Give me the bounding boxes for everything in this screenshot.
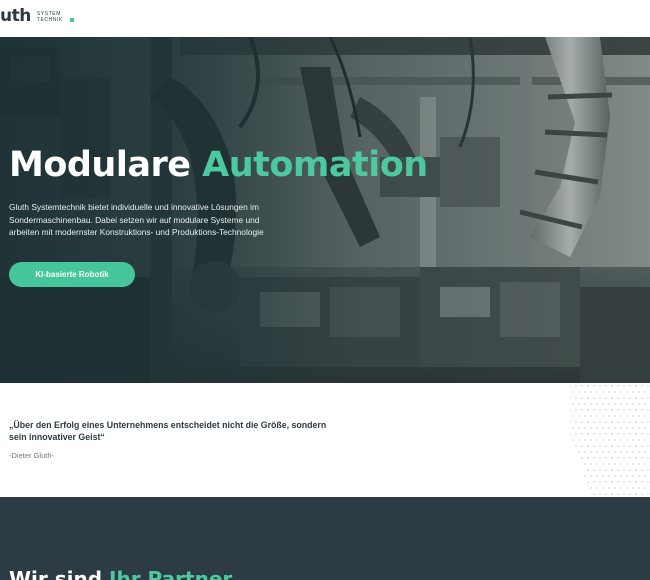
partner-title-part2: Ihr Partner (109, 567, 233, 580)
company-logo[interactable]: uth SYSTEM TECHNIK (0, 8, 74, 25)
site-header: uth SYSTEM TECHNIK (0, 0, 650, 37)
partner-title: Wir sind Ihr Partner (9, 567, 232, 580)
dot-pattern-decoration (570, 385, 649, 495)
ki-robotik-button[interactable]: KI-basierte Robotik (9, 262, 135, 287)
partner-section: Wir sind Ihr Partner (0, 497, 650, 580)
hero-title-part2: Automation (202, 145, 428, 185)
hero-description: Gluth Systemtechnik bietet individuelle … (9, 202, 264, 237)
logo-subtitle-line2: TECHNIK (36, 16, 63, 23)
hero-title-part1: Modulare (9, 145, 191, 185)
partner-title-part1: Wir sind (9, 567, 103, 580)
logo-wordmark: uth (0, 6, 31, 26)
hero-title: Modulare Automation (9, 148, 428, 183)
logo-subtitle: SYSTEM TECHNIK (37, 11, 63, 23)
quote-section: „Über den Erfolg eines Unternehmens ents… (0, 383, 650, 497)
logo-square-icon (70, 17, 74, 22)
quote-text: „Über den Erfolg eines Unternehmens ents… (9, 420, 327, 442)
hero-section: Modulare Automation Gluth Systemtechnik … (0, 37, 650, 383)
quote-author: -Dieter Gluth- (9, 451, 55, 460)
